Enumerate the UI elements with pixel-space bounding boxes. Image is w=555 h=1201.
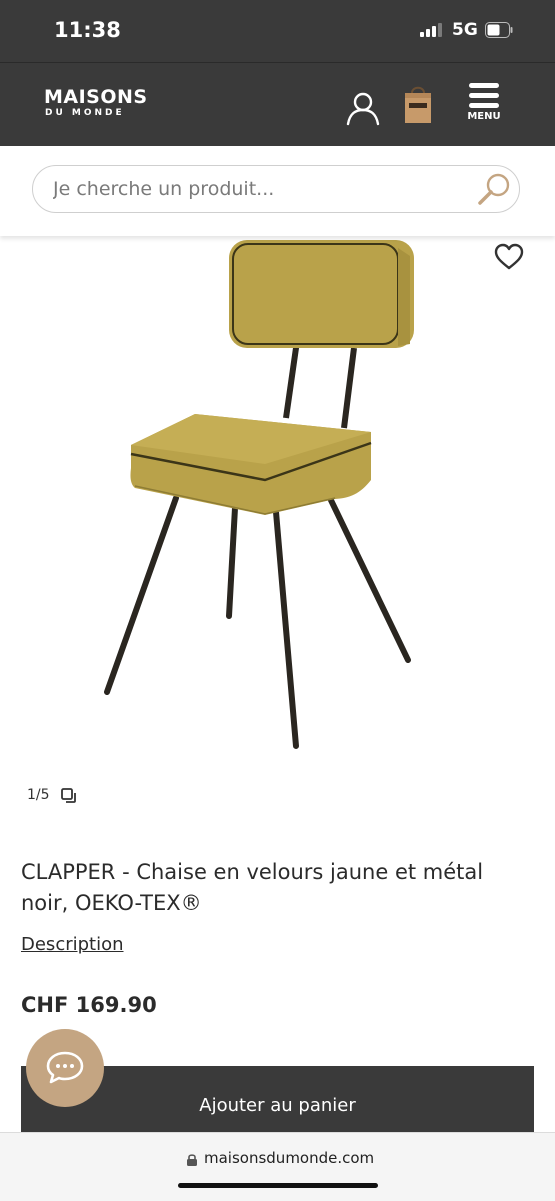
product-title: CLAPPER - Chaise en velours jaune et mét…	[21, 860, 484, 915]
menu-button[interactable]: MENU	[463, 83, 505, 133]
heart-icon[interactable]	[494, 242, 524, 272]
battery-icon	[485, 22, 513, 38]
product-image[interactable]	[90, 236, 440, 756]
network-label: 5G	[452, 20, 478, 40]
search-input[interactable]	[32, 165, 520, 213]
description-link[interactable]: Description	[21, 934, 124, 955]
status-time: 11:38	[54, 18, 121, 42]
browser-url-bar: maisonsdumonde.com	[0, 1132, 555, 1201]
chat-icon	[46, 1051, 84, 1084]
account-icon[interactable]	[344, 89, 382, 127]
logo-bottom-text: DU MONDE	[45, 108, 125, 118]
gallery-icon[interactable]	[61, 788, 77, 804]
image-counter: 1/5	[27, 787, 50, 803]
logo-top-text: MAISONS	[44, 86, 148, 108]
search-icon[interactable]	[476, 172, 512, 208]
status-bar: 11:38 5G	[0, 0, 555, 62]
url-text[interactable]: maisonsdumonde.com	[204, 1149, 374, 1167]
home-indicator[interactable]	[178, 1183, 378, 1188]
shopping-bag-icon[interactable]	[402, 83, 434, 125]
search-bar	[0, 146, 555, 236]
menu-icon	[469, 83, 499, 108]
chat-button[interactable]	[26, 1029, 104, 1107]
product-price: CHF 169.90	[21, 993, 157, 1017]
signal-icon	[420, 23, 442, 37]
menu-label: MENU	[467, 111, 501, 122]
lock-icon	[187, 1154, 197, 1166]
site-header: MAISONS DU MONDE MENU	[0, 62, 555, 146]
brand-logo[interactable]: MAISONS DU MONDE	[44, 87, 148, 119]
